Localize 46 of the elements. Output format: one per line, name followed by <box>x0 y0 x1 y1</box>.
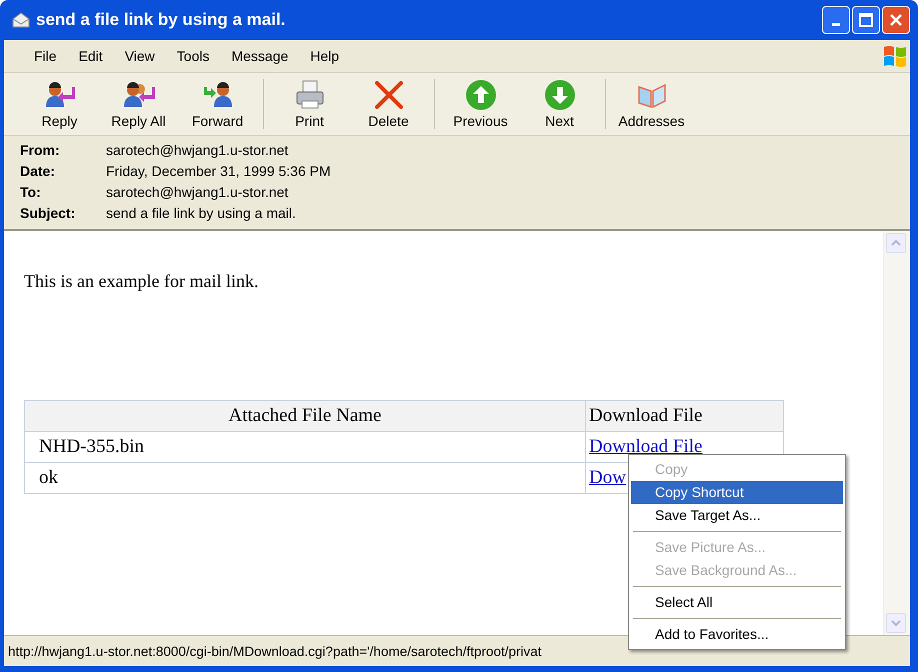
envelope-icon <box>12 12 30 28</box>
toolbar-button[interactable]: Forward <box>178 79 257 129</box>
minimize-button[interactable] <box>822 6 850 34</box>
field-label: To: <box>20 184 42 200</box>
field-value: sarotech@hwjang1.u-stor.net <box>106 184 290 200</box>
close-icon <box>889 13 903 27</box>
menu-item[interactable]: Help <box>302 48 348 64</box>
close-button[interactable] <box>882 6 910 34</box>
toolbar-button[interactable]: Print <box>270 79 349 129</box>
menu-item[interactable]: Select All <box>631 591 843 614</box>
maximize-icon <box>859 13 873 27</box>
field-label: Subject: <box>20 205 76 221</box>
menu-item[interactable]: Add to Favorites... <box>631 623 843 646</box>
field-value: Friday, December 31, 1999 5:36 PM <box>106 163 332 179</box>
column-header: Attached File Name <box>24 400 586 432</box>
toolbar-button[interactable]: Reply <box>20 79 99 129</box>
message-text: This is an example for mail link. <box>24 271 260 292</box>
toolbar-button[interactable]: Previous <box>441 79 520 129</box>
table-cell: NHD-355.bin <box>24 432 586 462</box>
delete-icon <box>372 79 404 111</box>
windows-flag-icon <box>882 43 908 69</box>
menu-item[interactable]: Edit <box>70 48 111 64</box>
menu-item[interactable]: Save Target As... <box>631 504 843 527</box>
field-value: send a file link by using a mail. <box>106 205 297 221</box>
toolbar-button[interactable]: Reply All <box>99 79 178 129</box>
menu-item[interactable]: Message <box>223 48 296 64</box>
field-label: Date: <box>20 163 56 179</box>
menu-item[interactable]: Tools <box>168 48 218 64</box>
menu-item[interactable]: Copy Shortcut <box>631 481 843 504</box>
maximize-button[interactable] <box>852 6 880 34</box>
table-cell: ok <box>24 462 586 494</box>
toolbar-button[interactable]: Next <box>520 79 599 129</box>
toolbar-button[interactable]: Addresses <box>612 79 691 129</box>
minimize-icon <box>832 23 840 26</box>
download-link[interactable]: Dow <box>589 467 626 488</box>
column-header: Download File <box>586 400 784 432</box>
printer-icon <box>294 79 326 111</box>
status-text: http://hwjang1.u-stor.net:8000/cgi-bin/MDownload.cgi?path='/home/sarotech/ftproot/privat <box>8 644 542 658</box>
up-caret-icon <box>891 240 901 246</box>
down-caret-icon <box>891 620 901 626</box>
toolbar-button[interactable]: Delete <box>349 79 428 129</box>
menu-item[interactable]: File <box>26 48 65 64</box>
menu-item[interactable]: View <box>116 48 163 64</box>
window-title: send a file link by using a mail. <box>36 10 286 30</box>
field-value: sarotech@hwjang1.u-stor.net <box>106 142 290 158</box>
field-label: From: <box>20 142 61 158</box>
